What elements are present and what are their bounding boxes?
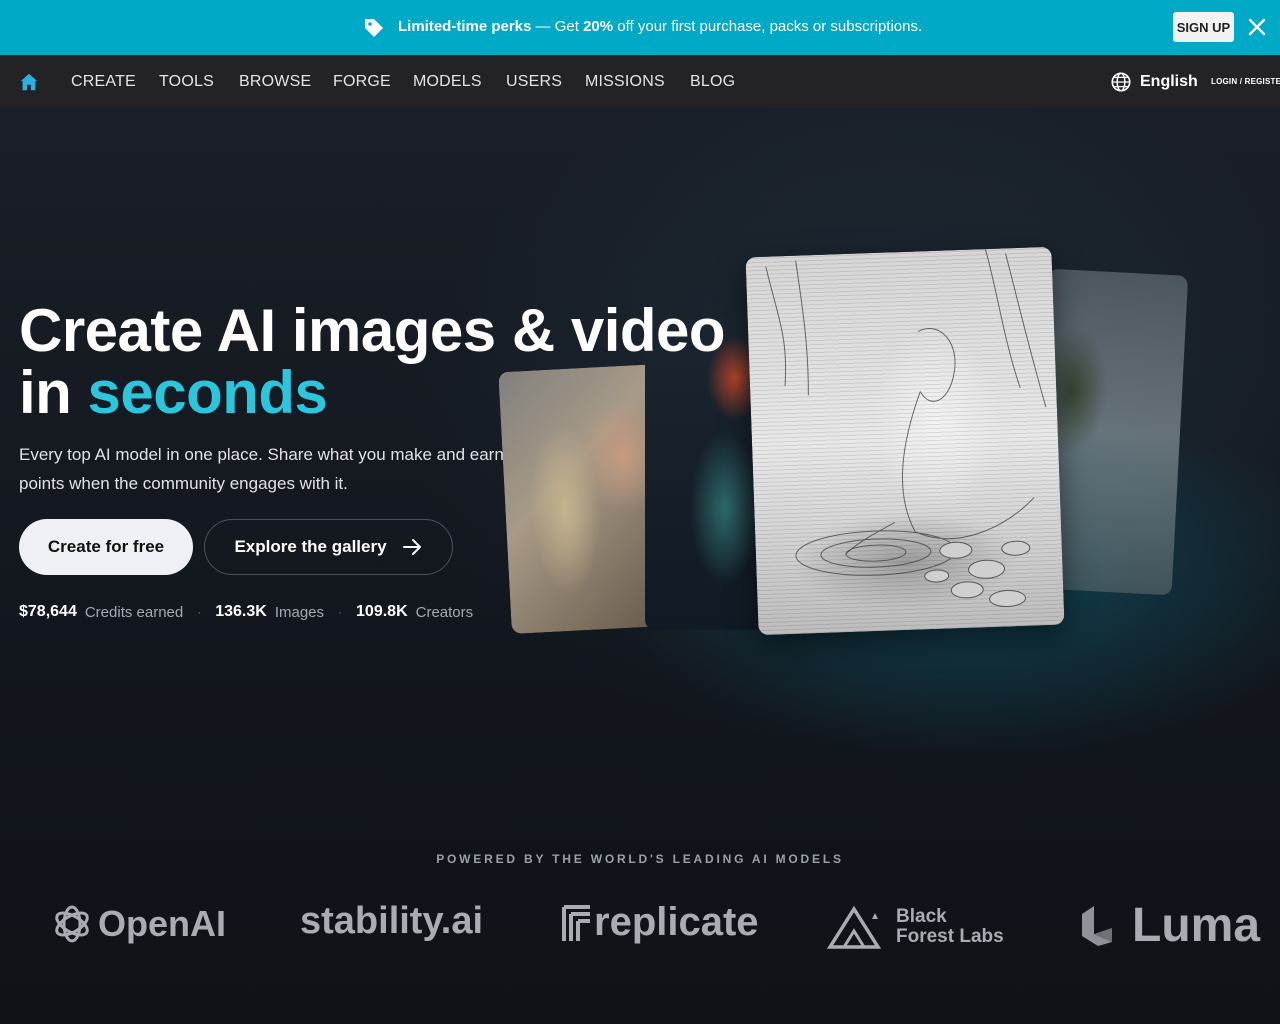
black-forest-labs-logo: Black Forest Labs	[826, 905, 1004, 949]
stability-logo: stability.ai	[300, 900, 484, 942]
promo-percent: 20%	[583, 18, 614, 35]
tag-icon	[365, 19, 383, 37]
hero-title-line1: Create AI images & video	[19, 297, 726, 364]
nav-browse[interactable]: BROWSE	[239, 73, 311, 91]
stat-credits-value: $78,644	[19, 603, 77, 620]
promo-banner: Limited-time perks — Get 20% off your fi…	[0, 0, 1280, 55]
stat-separator: ·	[338, 605, 343, 619]
language-selector[interactable]: English	[1140, 73, 1198, 91]
replicate-mark-icon	[562, 904, 590, 941]
hero-title: Create AI images & video in seconds	[19, 297, 726, 424]
nav-users[interactable]: USERS	[506, 73, 562, 91]
stat-creators-value: 109.8K	[356, 603, 408, 620]
nav-create[interactable]: CREATE	[71, 73, 136, 91]
bfl-line1: Black	[896, 906, 947, 927]
gallery-image-sketch	[745, 246, 1065, 636]
stat-images-label: Images	[274, 603, 325, 621]
home-icon[interactable]	[18, 71, 40, 93]
openai-logo: OpenAI	[50, 902, 226, 946]
explore-gallery-label: Explore the gallery	[234, 537, 387, 556]
promo-text: Limited-time perks — Get 20% off your fi…	[398, 18, 922, 35]
replicate-logo: replicate	[562, 900, 759, 945]
hero-title-line2: in seconds	[19, 362, 725, 424]
openai-knot-icon	[55, 905, 89, 943]
powered-by-heading: POWERED BY THE WORLD'S LEADING AI MODELS	[436, 852, 844, 866]
luma-wordmark: Luma	[1132, 899, 1261, 952]
nav-forge[interactable]: FORGE	[333, 73, 391, 91]
stat-credits-label: Credits earned	[84, 603, 184, 621]
promo-dash: —	[535, 18, 551, 35]
nav-blog[interactable]: BLOG	[690, 73, 735, 91]
close-icon[interactable]	[1247, 17, 1267, 37]
luma-logo: Luma	[1078, 898, 1260, 953]
sign-up-button[interactable]: SIGN UP	[1173, 12, 1234, 42]
stat-separator: ·	[197, 605, 202, 619]
replicate-wordmark: replicate	[594, 900, 759, 944]
bfl-triangle-icon	[826, 905, 882, 949]
bfl-line2: Forest Labs	[896, 926, 1004, 947]
luma-cube-icon	[1082, 905, 1112, 946]
openai-wordmark: OpenAI	[98, 903, 227, 944]
hero-stats: $78,644 Credits earned · 136.3K Images ·…	[19, 603, 473, 621]
stat-creators-label: Creators	[415, 603, 474, 621]
login-register-link[interactable]: LOGIN / REGISTER	[1211, 77, 1280, 86]
promo-rest: off your first purchase, packs or subscr…	[617, 18, 923, 35]
explore-gallery-button[interactable]: Explore the gallery	[204, 519, 453, 575]
promo-lead: Limited-time perks	[398, 18, 532, 35]
main-nav: CREATE TOOLS BROWSE FORGE MODELS USERS M…	[0, 55, 1280, 108]
nav-tools[interactable]: TOOLS	[159, 73, 214, 91]
sketch-illustration	[765, 248, 1047, 608]
nav-models[interactable]: MODELS	[413, 73, 482, 91]
hero-title-accent: seconds	[87, 359, 328, 426]
stat-images-value: 136.3K	[215, 603, 267, 620]
bfl-wordmark: Black Forest Labs	[896, 907, 1004, 947]
globe-icon[interactable]	[1110, 71, 1132, 93]
promo-get: Get	[554, 18, 579, 35]
hero-subtitle: Every top AI model in one place. Share w…	[19, 445, 504, 493]
arrow-right-icon	[402, 539, 421, 555]
nav-missions[interactable]: MISSIONS	[585, 73, 665, 91]
hero-title-prefix: in	[19, 359, 72, 426]
create-for-free-button[interactable]: Create for free	[19, 519, 193, 575]
